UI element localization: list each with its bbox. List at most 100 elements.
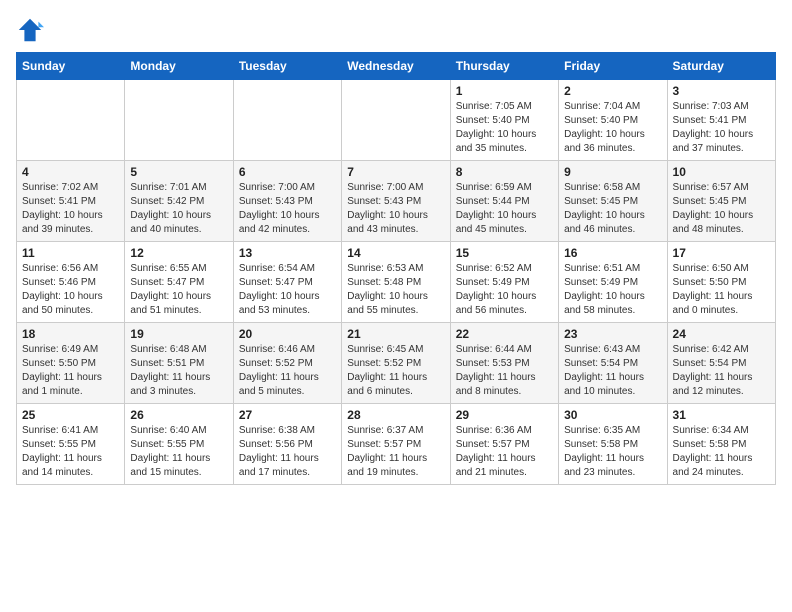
day-info: Sunrise: 7:01 AM Sunset: 5:42 PM Dayligh…: [130, 181, 227, 237]
day-info: Sunrise: 6:46 AM Sunset: 5:52 PM Dayligh…: [239, 343, 336, 399]
day-info: Sunrise: 7:05 AM Sunset: 5:40 PM Dayligh…: [456, 100, 553, 156]
day-number: 20: [239, 327, 336, 341]
day-info: Sunrise: 6:37 AM Sunset: 5:57 PM Dayligh…: [347, 424, 444, 480]
day-number: 31: [673, 408, 770, 422]
day-number: 16: [564, 246, 661, 260]
day-info: Sunrise: 6:36 AM Sunset: 5:57 PM Dayligh…: [456, 424, 553, 480]
day-number: 30: [564, 408, 661, 422]
day-number: 17: [673, 246, 770, 260]
page-header: [16, 16, 776, 44]
calendar-cell: 19 Sunrise: 6:48 AM Sunset: 5:51 PM Dayli…: [125, 323, 233, 404]
day-info: Sunrise: 6:49 AM Sunset: 5:50 PM Dayligh…: [22, 343, 119, 399]
day-number: 29: [456, 408, 553, 422]
dow-header: Friday: [559, 53, 667, 80]
calendar-cell: 28Sunrise: 6:37 AM Sunset: 5:57 PM Dayli…: [342, 404, 450, 485]
calendar-week-row: 25 Sunrise: 6:41 AM Sunset: 5:55 PM Dayli…: [17, 404, 776, 485]
day-info: Sunrise: 7:02 AM Sunset: 5:41 PM Dayligh…: [22, 181, 119, 237]
calendar-week-row: 1 Sunrise: 7:05 AM Sunset: 5:40 PM Daylig…: [17, 80, 776, 161]
day-info: Sunrise: 7:00 AM Sunset: 5:43 PM Dayligh…: [347, 181, 444, 237]
calendar-cell: [233, 80, 341, 161]
dow-header: Sunday: [17, 53, 125, 80]
day-number: 5: [130, 165, 227, 179]
day-number: 26: [130, 408, 227, 422]
day-info: Sunrise: 7:00 AM Sunset: 5:43 PM Dayligh…: [239, 181, 336, 237]
calendar-cell: [17, 80, 125, 161]
day-number: 23: [564, 327, 661, 341]
calendar-cell: 31 Sunrise: 6:34 AM Sunset: 5:58 PM Dayli…: [667, 404, 775, 485]
day-info: Sunrise: 6:51 AM Sunset: 5:49 PM Dayligh…: [564, 262, 661, 318]
calendar-cell: 12Sunrise: 6:55 AM Sunset: 5:47 PM Dayli…: [125, 242, 233, 323]
day-info: Sunrise: 7:04 AM Sunset: 5:40 PM Dayligh…: [564, 100, 661, 156]
day-number: 6: [239, 165, 336, 179]
calendar-cell: 15 Sunrise: 6:52 AM Sunset: 5:49 PM Dayli…: [450, 242, 558, 323]
logo: [16, 16, 48, 44]
day-number: 25: [22, 408, 119, 422]
day-info: Sunrise: 6:48 AM Sunset: 5:51 PM Dayligh…: [130, 343, 227, 399]
calendar-cell: 1 Sunrise: 7:05 AM Sunset: 5:40 PM Daylig…: [450, 80, 558, 161]
day-number: 8: [456, 165, 553, 179]
day-number: 18: [22, 327, 119, 341]
calendar-cell: 26 Sunrise: 6:40 AM Sunset: 5:55 PM Dayli…: [125, 404, 233, 485]
day-number: 15: [456, 246, 553, 260]
calendar-cell: 24 Sunrise: 6:42 AM Sunset: 5:54 PM Dayli…: [667, 323, 775, 404]
day-number: 1: [456, 84, 553, 98]
calendar-cell: 11 Sunrise: 6:56 AM Sunset: 5:46 PM Dayli…: [17, 242, 125, 323]
day-info: Sunrise: 6:38 AM Sunset: 5:56 PM Dayligh…: [239, 424, 336, 480]
day-info: Sunrise: 6:41 AM Sunset: 5:55 PM Dayligh…: [22, 424, 119, 480]
calendar-cell: 10Sunrise: 6:57 AM Sunset: 5:45 PM Dayli…: [667, 161, 775, 242]
day-number: 14: [347, 246, 444, 260]
day-number: 2: [564, 84, 661, 98]
day-number: 3: [673, 84, 770, 98]
day-number: 12: [130, 246, 227, 260]
calendar-table: SundayMondayTuesdayWednesdayThursdayFrid…: [16, 52, 776, 485]
day-number: 24: [673, 327, 770, 341]
calendar-cell: 29 Sunrise: 6:36 AM Sunset: 5:57 PM Dayli…: [450, 404, 558, 485]
calendar-cell: 4Sunrise: 7:02 AM Sunset: 5:41 PM Daylig…: [17, 161, 125, 242]
calendar-cell: [342, 80, 450, 161]
calendar-cell: 13Sunrise: 6:54 AM Sunset: 5:47 PM Dayli…: [233, 242, 341, 323]
calendar-cell: 23 Sunrise: 6:43 AM Sunset: 5:54 PM Dayli…: [559, 323, 667, 404]
day-info: Sunrise: 6:53 AM Sunset: 5:48 PM Dayligh…: [347, 262, 444, 318]
day-info: Sunrise: 6:45 AM Sunset: 5:52 PM Dayligh…: [347, 343, 444, 399]
dow-header: Saturday: [667, 53, 775, 80]
day-number: 11: [22, 246, 119, 260]
day-info: Sunrise: 6:59 AM Sunset: 5:44 PM Dayligh…: [456, 181, 553, 237]
day-info: Sunrise: 6:34 AM Sunset: 5:58 PM Dayligh…: [673, 424, 770, 480]
day-number: 22: [456, 327, 553, 341]
day-info: Sunrise: 6:35 AM Sunset: 5:58 PM Dayligh…: [564, 424, 661, 480]
calendar-cell: 6 Sunrise: 7:00 AM Sunset: 5:43 PM Daylig…: [233, 161, 341, 242]
day-number: 13: [239, 246, 336, 260]
calendar-cell: 20 Sunrise: 6:46 AM Sunset: 5:52 PM Dayli…: [233, 323, 341, 404]
days-of-week-row: SundayMondayTuesdayWednesdayThursdayFrid…: [17, 53, 776, 80]
logo-icon: [16, 16, 44, 44]
day-info: Sunrise: 6:56 AM Sunset: 5:46 PM Dayligh…: [22, 262, 119, 318]
day-number: 7: [347, 165, 444, 179]
day-info: Sunrise: 6:43 AM Sunset: 5:54 PM Dayligh…: [564, 343, 661, 399]
calendar-cell: 30 Sunrise: 6:35 AM Sunset: 5:58 PM Dayli…: [559, 404, 667, 485]
calendar-cell: 2 Sunrise: 7:04 AM Sunset: 5:40 PM Daylig…: [559, 80, 667, 161]
day-number: 10: [673, 165, 770, 179]
day-number: 9: [564, 165, 661, 179]
day-info: Sunrise: 6:58 AM Sunset: 5:45 PM Dayligh…: [564, 181, 661, 237]
day-number: 21: [347, 327, 444, 341]
calendar-cell: 8 Sunrise: 6:59 AM Sunset: 5:44 PM Daylig…: [450, 161, 558, 242]
calendar-cell: 16 Sunrise: 6:51 AM Sunset: 5:49 PM Dayli…: [559, 242, 667, 323]
day-info: Sunrise: 7:03 AM Sunset: 5:41 PM Dayligh…: [673, 100, 770, 156]
calendar-cell: 18 Sunrise: 6:49 AM Sunset: 5:50 PM Dayli…: [17, 323, 125, 404]
calendar-week-row: 4Sunrise: 7:02 AM Sunset: 5:41 PM Daylig…: [17, 161, 776, 242]
calendar-week-row: 18 Sunrise: 6:49 AM Sunset: 5:50 PM Dayli…: [17, 323, 776, 404]
day-info: Sunrise: 6:42 AM Sunset: 5:54 PM Dayligh…: [673, 343, 770, 399]
dow-header: Wednesday: [342, 53, 450, 80]
dow-header: Thursday: [450, 53, 558, 80]
calendar-week-row: 11 Sunrise: 6:56 AM Sunset: 5:46 PM Dayli…: [17, 242, 776, 323]
calendar-cell: 27 Sunrise: 6:38 AM Sunset: 5:56 PM Dayli…: [233, 404, 341, 485]
day-number: 19: [130, 327, 227, 341]
day-info: Sunrise: 6:40 AM Sunset: 5:55 PM Dayligh…: [130, 424, 227, 480]
day-number: 27: [239, 408, 336, 422]
calendar-cell: 14 Sunrise: 6:53 AM Sunset: 5:48 PM Dayli…: [342, 242, 450, 323]
calendar-cell: [125, 80, 233, 161]
calendar-cell: 3 Sunrise: 7:03 AM Sunset: 5:41 PM Daylig…: [667, 80, 775, 161]
calendar-cell: 25 Sunrise: 6:41 AM Sunset: 5:55 PM Dayli…: [17, 404, 125, 485]
day-info: Sunrise: 6:52 AM Sunset: 5:49 PM Dayligh…: [456, 262, 553, 318]
day-info: Sunrise: 6:50 AM Sunset: 5:50 PM Dayligh…: [673, 262, 770, 318]
